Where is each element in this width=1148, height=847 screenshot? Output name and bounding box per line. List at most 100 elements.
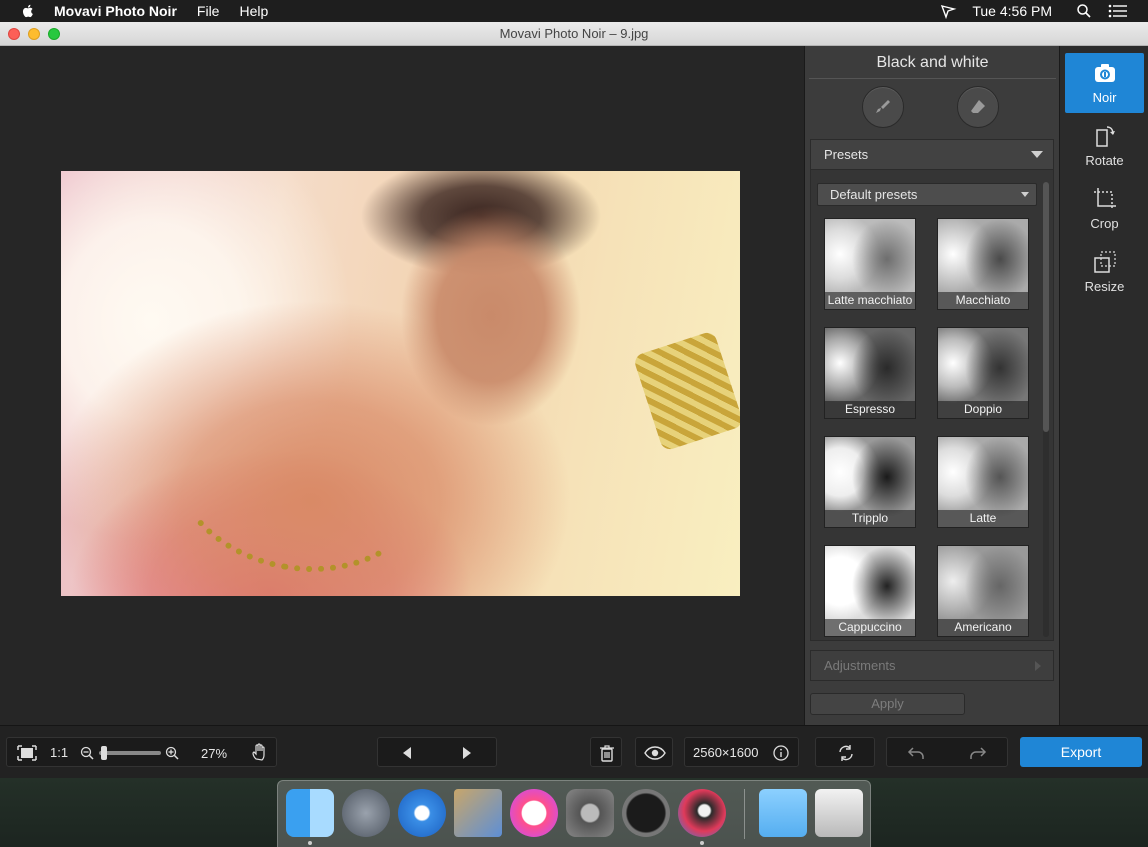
itunes-icon[interactable] bbox=[510, 789, 558, 837]
navigation-controls bbox=[377, 737, 497, 767]
presets-section-header[interactable]: Presets bbox=[810, 139, 1054, 170]
rotate-icon bbox=[1096, 126, 1115, 147]
next-image-icon[interactable] bbox=[460, 745, 474, 761]
hand-tool-icon[interactable] bbox=[251, 743, 269, 761]
zoom-slider[interactable] bbox=[99, 746, 161, 760]
photo-necklace-detail bbox=[155, 349, 447, 593]
preset-thumbnail[interactable]: Tripplo bbox=[824, 436, 916, 528]
apply-button[interactable]: Apply bbox=[810, 693, 965, 715]
presets-scrollbar-thumb[interactable] bbox=[1043, 182, 1049, 432]
downloads-folder-icon[interactable] bbox=[759, 789, 807, 837]
zoom-controls: 1:1 27% bbox=[6, 737, 277, 767]
history-controls bbox=[886, 737, 1008, 767]
fit-to-screen-icon[interactable] bbox=[17, 745, 37, 761]
redo-icon[interactable] bbox=[969, 746, 987, 760]
image-info: 2560×1600 bbox=[684, 737, 799, 767]
preset-collection-value: Default presets bbox=[830, 187, 918, 202]
preset-thumbnail[interactable]: Americano bbox=[937, 545, 1029, 637]
zoom-out-icon[interactable] bbox=[80, 746, 94, 760]
eraser-button[interactable] bbox=[957, 86, 999, 128]
tool-resize[interactable]: Resize bbox=[1065, 242, 1144, 302]
bottom-toolbar: 1:1 27% 2560×1600 Export bbox=[0, 725, 1148, 778]
zoom-in-icon[interactable] bbox=[165, 746, 179, 760]
adjustments-section-header[interactable]: Adjustments bbox=[810, 650, 1054, 681]
preset-label: Latte bbox=[938, 510, 1028, 527]
preset-thumbnail[interactable]: Latte macchiato bbox=[824, 218, 916, 310]
previous-image-icon[interactable] bbox=[400, 745, 414, 761]
camera-icon bbox=[1095, 64, 1115, 82]
info-icon[interactable] bbox=[773, 745, 789, 761]
trash-icon[interactable] bbox=[815, 789, 863, 837]
crop-icon bbox=[1094, 188, 1116, 210]
actual-size-button[interactable]: 1:1 bbox=[50, 745, 68, 760]
tool-noir[interactable]: Noir bbox=[1065, 53, 1144, 113]
preset-collection-dropdown[interactable]: Default presets bbox=[817, 183, 1037, 206]
menu-app-name[interactable]: Movavi Photo Noir bbox=[54, 3, 177, 19]
safari-icon[interactable] bbox=[398, 789, 446, 837]
effects-panel: Black and white Presets Default presets … bbox=[804, 46, 1059, 725]
tool-resize-label: Resize bbox=[1084, 279, 1125, 294]
preset-label: Latte macchiato bbox=[825, 292, 915, 309]
preset-label: Macchiato bbox=[938, 292, 1028, 309]
compare-button[interactable] bbox=[635, 737, 673, 767]
tool-rotate-label: Rotate bbox=[1085, 153, 1124, 168]
tool-crop[interactable]: Crop bbox=[1065, 179, 1144, 239]
panel-title: Black and white bbox=[876, 54, 989, 71]
export-button[interactable]: Export bbox=[1020, 737, 1142, 767]
preset-thumbnail[interactable]: Macchiato bbox=[937, 218, 1029, 310]
finder-icon[interactable] bbox=[286, 789, 334, 837]
presets-scrollbar[interactable] bbox=[1043, 182, 1049, 637]
delete-button[interactable] bbox=[590, 737, 622, 767]
search-icon[interactable] bbox=[1076, 3, 1092, 19]
minimize-window-button[interactable] bbox=[28, 28, 40, 40]
running-indicator bbox=[308, 841, 312, 845]
dock-separator bbox=[744, 789, 745, 839]
presets-header-label: Presets bbox=[824, 147, 869, 162]
preset-thumbnail[interactable]: Doppio bbox=[937, 327, 1029, 419]
window-titlebar: Movavi Photo Noir – 9.jpg bbox=[0, 22, 1148, 46]
image-canvas[interactable] bbox=[0, 46, 804, 725]
preset-thumbnail[interactable]: Latte bbox=[937, 436, 1029, 528]
refresh-icon bbox=[839, 745, 853, 761]
airplay-icon[interactable] bbox=[940, 3, 958, 19]
tools-sidebar: Noir Rotate Crop Resize bbox=[1059, 46, 1148, 725]
undo-icon[interactable] bbox=[907, 746, 925, 760]
reset-button[interactable] bbox=[815, 737, 875, 767]
launchpad-icon[interactable] bbox=[342, 789, 390, 837]
system-preferences-icon[interactable] bbox=[566, 789, 614, 837]
brush-icon bbox=[876, 100, 890, 113]
mail-icon[interactable] bbox=[454, 789, 502, 837]
zoom-window-button[interactable] bbox=[48, 28, 60, 40]
menu-bar: Movavi Photo Noir File Help Tue 4:56 PM bbox=[0, 0, 1148, 22]
preset-label: Espresso bbox=[825, 401, 915, 418]
presets-list: Default presets Latte macchiato Macchiat… bbox=[810, 170, 1054, 641]
preset-thumbnail[interactable]: Espresso bbox=[824, 327, 916, 419]
image-dimensions: 2560×1600 bbox=[693, 745, 759, 760]
dropdown-arrow-icon bbox=[1021, 192, 1029, 197]
notification-center-icon[interactable] bbox=[1108, 4, 1128, 18]
photo-preview[interactable] bbox=[61, 171, 740, 596]
menu-clock[interactable]: Tue 4:56 PM bbox=[972, 3, 1052, 19]
preset-thumbnail[interactable]: Cappuccino bbox=[824, 545, 916, 637]
preset-label: Doppio bbox=[938, 401, 1028, 418]
menu-file[interactable]: File bbox=[197, 3, 220, 19]
collapse-arrow-icon bbox=[1031, 151, 1043, 158]
eraser-icon bbox=[971, 100, 985, 113]
apple-icon[interactable] bbox=[20, 3, 36, 19]
activity-monitor-icon[interactable] bbox=[622, 789, 670, 837]
preset-label: Cappuccino bbox=[825, 619, 915, 636]
running-indicator bbox=[700, 841, 704, 845]
preset-label: Tripplo bbox=[825, 510, 915, 527]
tool-noir-label: Noir bbox=[1092, 90, 1117, 105]
menu-help[interactable]: Help bbox=[239, 3, 268, 19]
brush-button[interactable] bbox=[862, 86, 904, 128]
tool-rotate[interactable]: Rotate bbox=[1065, 116, 1144, 176]
window-title: Movavi Photo Noir – 9.jpg bbox=[499, 26, 649, 41]
adjustments-header-label: Adjustments bbox=[824, 658, 896, 673]
expand-arrow-icon bbox=[1035, 661, 1041, 671]
zoom-slider-thumb[interactable] bbox=[101, 746, 107, 760]
trash-icon bbox=[600, 745, 614, 762]
close-window-button[interactable] bbox=[8, 28, 20, 40]
eye-icon bbox=[644, 746, 666, 760]
photo-noir-icon[interactable] bbox=[678, 789, 726, 837]
